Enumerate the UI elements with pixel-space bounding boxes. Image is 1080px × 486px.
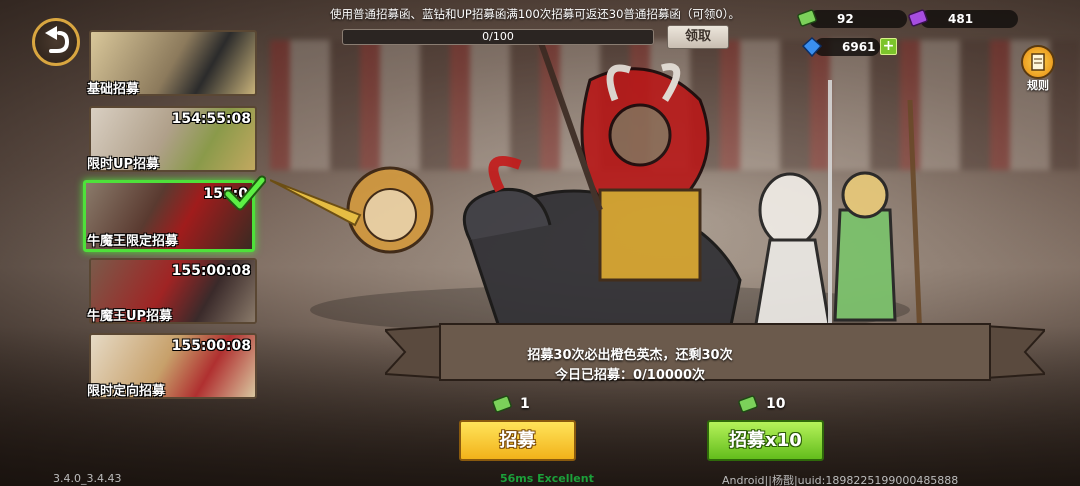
banner-timer: 154:55:08 (171, 111, 251, 127)
daily-recruit-count: 今日已招募：0/10000次 (554, 368, 706, 383)
banner-tab-bull-king-up-label: 牛魔王UP招募 (87, 309, 173, 324)
ping-text: 56ms Excellent (500, 472, 594, 485)
device-info-text: Android||杨戬|uuid:1898225199000485888 (722, 474, 959, 486)
single-cost-value: 1 (520, 396, 530, 412)
blue-diamond-icon (801, 36, 823, 58)
banner-timer: 155:00:08 (171, 338, 251, 354)
recruit-once-button[interactable]: 招募 (459, 420, 576, 461)
banner-tab-directed-label: 限时定向招募 (87, 384, 166, 399)
debug-footer: 3.4.0_3.4.43 56ms Excellent Android||杨戬|… (0, 470, 1080, 486)
rules-button[interactable]: 规则 (1016, 45, 1060, 93)
recruit-refund-info: 使用普通招募函、蓝钻和UP招募函满100次招募可返还30普通招募函（可领0）。 (330, 7, 740, 21)
version-text: 3.4.0_3.4.43 (53, 472, 122, 485)
green-scroll-icon (738, 395, 758, 413)
banner-timer: 155:00:08 (171, 263, 251, 279)
currency-purple-scroll-value: 481 (920, 10, 1018, 28)
green-scroll-icon (492, 395, 512, 413)
banner-tab-limited-up-label: 限时UP招募 (87, 157, 160, 172)
selected-check-icon (224, 175, 266, 211)
pity-counter-text: 招募30次必出橙色英杰，还剩30次 (527, 348, 733, 363)
recruit-progress-bar: 0/100 (342, 29, 654, 45)
claim-button[interactable]: 领取 (667, 25, 729, 49)
multi-cost-value: 10 (766, 396, 786, 412)
hero-showcase-art (270, 40, 923, 340)
progress-text: 0/100 (482, 30, 514, 43)
banner-tab-bull-king-limited-label: 牛魔王限定招募 (87, 234, 179, 249)
back-arrow-icon (45, 26, 70, 53)
add-diamond-button[interactable]: + (880, 38, 897, 55)
banner-tab-basic-label: 基础招募 (87, 82, 140, 97)
rules-label: 规则 (1027, 79, 1049, 92)
purple-scroll-icon (908, 9, 928, 27)
currency-green-scroll-value: 92 (809, 10, 907, 28)
back-button[interactable] (32, 18, 80, 66)
green-scroll-icon (797, 9, 817, 27)
rules-scroll-icon (1021, 45, 1055, 79)
recruit-ten-button[interactable]: 招募x10 (707, 420, 824, 461)
